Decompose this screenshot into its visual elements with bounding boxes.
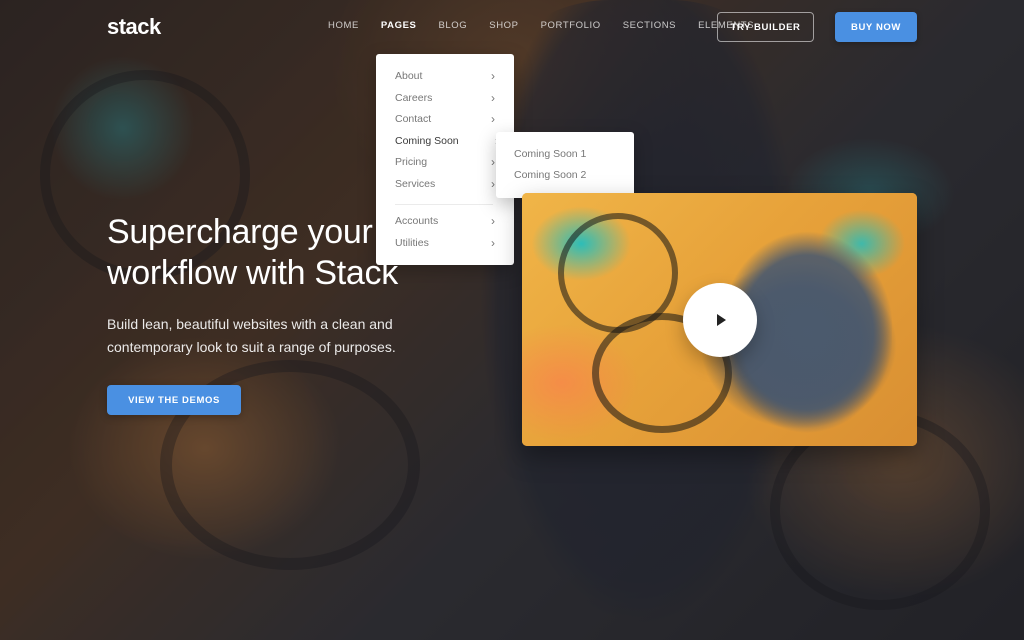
chevron-right-icon: › <box>491 91 495 105</box>
hero-title: Supercharge your workflow with Stack <box>107 212 467 294</box>
chevron-right-icon: › <box>491 236 495 250</box>
nav-sections[interactable]: SECTIONS <box>623 20 676 31</box>
nav-home[interactable]: HOME <box>328 20 359 31</box>
chevron-right-icon: › <box>491 69 495 83</box>
menu-item-pricing[interactable]: Pricing › <box>395 153 495 171</box>
hero-subtitle-line-2: contemporary look to suit a range of pur… <box>107 339 396 355</box>
nav-portfolio[interactable]: PORTFOLIO <box>541 20 601 31</box>
chevron-right-icon: › <box>491 112 495 126</box>
chevron-right-icon: › <box>491 214 495 228</box>
play-icon <box>717 314 726 326</box>
hero-subtitle-line-1: Build lean, beautiful websites with a cl… <box>107 316 393 332</box>
menu-item-label: About <box>395 70 423 82</box>
hero-title-line-2: workflow with Stack <box>107 254 398 292</box>
chevron-right-icon: › <box>491 177 495 191</box>
menu-item-about[interactable]: About › <box>395 67 495 85</box>
menu-item-coming-soon[interactable]: Coming Soon › <box>395 132 499 150</box>
nav-shop[interactable]: SHOP <box>489 20 518 31</box>
hero-subtitle: Build lean, beautiful websites with a cl… <box>107 313 427 359</box>
menu-item-label: Contact <box>395 113 432 125</box>
coming-soon-submenu: Coming Soon 1 Coming Soon 2 <box>496 132 634 198</box>
nav-pages[interactable]: PAGES <box>381 20 417 31</box>
menu-item-label: Careers <box>395 92 433 104</box>
submenu-item-coming-soon-2[interactable]: Coming Soon 2 <box>514 167 586 183</box>
play-button[interactable] <box>683 283 757 357</box>
menu-divider <box>395 204 493 205</box>
menu-item-contact[interactable]: Contact › <box>395 110 495 128</box>
view-demos-button[interactable]: VIEW THE DEMOS <box>107 385 241 415</box>
top-navigation: stack HOME PAGES BLOG SHOP PORTFOLIO SEC… <box>0 0 1024 56</box>
chevron-right-icon: › <box>491 155 495 169</box>
buy-now-button[interactable]: BUY NOW <box>835 12 917 42</box>
menu-item-services[interactable]: Services › <box>395 175 495 193</box>
brand-logo[interactable]: stack <box>107 14 161 40</box>
submenu-item-coming-soon-1[interactable]: Coming Soon 1 <box>514 146 586 162</box>
menu-item-label: Services <box>395 178 436 190</box>
main-nav: HOME PAGES BLOG SHOP PORTFOLIO SECTIONS … <box>328 20 754 31</box>
nav-blog[interactable]: BLOG <box>438 20 467 31</box>
menu-item-careers[interactable]: Careers › <box>395 89 495 107</box>
menu-item-label: Pricing <box>395 156 428 168</box>
try-builder-button[interactable]: TRY BUILDER <box>717 12 814 42</box>
hero-title-line-1: Supercharge your <box>107 213 373 251</box>
menu-item-label: Coming Soon <box>395 135 459 147</box>
